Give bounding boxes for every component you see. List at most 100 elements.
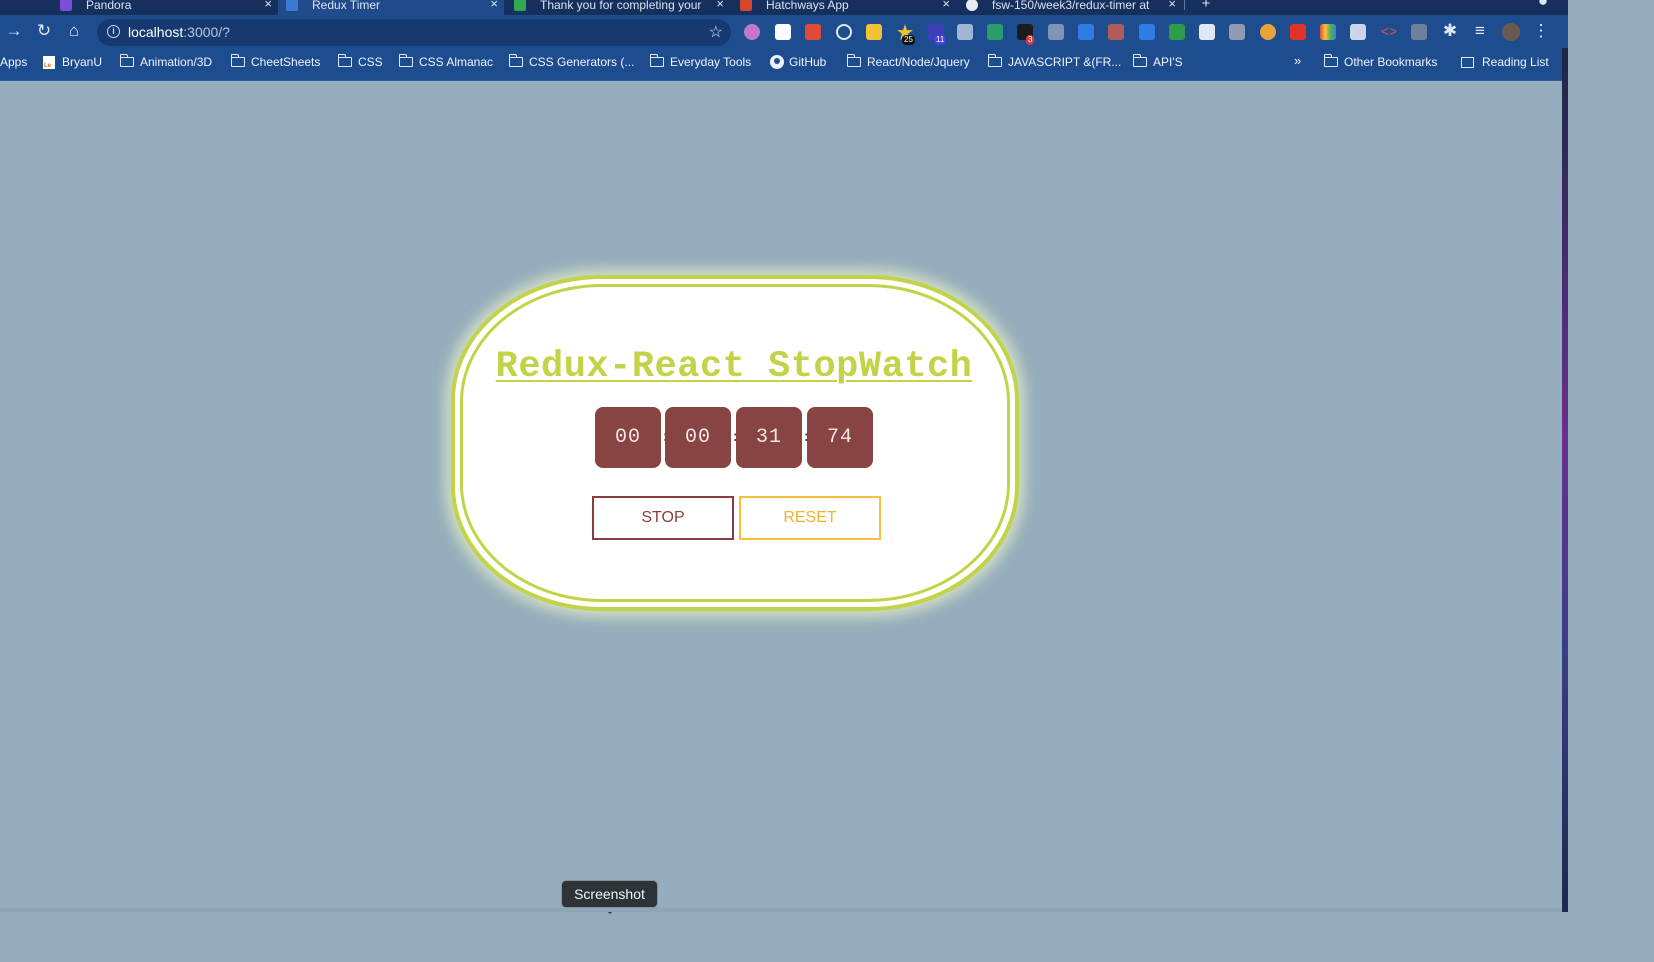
bookmark-folder[interactable]: Animation/3D [119, 54, 213, 69]
bookmark-folder[interactable]: CheetSheets [230, 54, 321, 69]
tab-bar: Pandora × Redux Timer × Thank you for co… [0, 0, 1568, 15]
bookmark-folder[interactable]: Everyday Tools [649, 54, 751, 69]
bookmark-label: CSS Almanac [419, 55, 494, 69]
shield-extension-icon[interactable] [1350, 24, 1366, 40]
hatchways-favicon-icon [740, 0, 752, 11]
extension-icon[interactable] [836, 24, 852, 40]
url-host: localhost [128, 24, 184, 40]
extension-icon[interactable] [957, 24, 973, 40]
bookmark-label: BryanU [62, 55, 103, 69]
bookmark-folder[interactable]: CSS [337, 54, 383, 69]
centiseconds-display: 74 [807, 407, 873, 468]
bookmark-folder[interactable]: CSS Almanac [398, 54, 494, 69]
reload-icon[interactable]: ↻ [34, 21, 54, 41]
react-favicon-icon [286, 0, 298, 11]
tab-redux-timer[interactable]: Redux Timer × [278, 0, 504, 15]
page-title: Redux-React StopWatch [495, 346, 973, 388]
bookmark-label: CheetSheets [251, 55, 321, 69]
more-bookmarks-chevron-icon[interactable]: » [1294, 53, 1301, 68]
bookmark-label: Reading List [1482, 55, 1549, 69]
github-favicon-icon [966, 0, 978, 11]
desktop-edge [1562, 48, 1568, 912]
folder-icon [337, 54, 352, 67]
extension-icon[interactable] [1199, 24, 1215, 40]
bookmark-bryanu[interactable]: BryanU [43, 55, 102, 69]
bryanu-icon [43, 55, 55, 69]
forms-favicon-icon [514, 0, 526, 11]
close-tab-icon[interactable]: × [490, 0, 498, 11]
bookmark-reading-list[interactable]: Reading List [1461, 55, 1549, 69]
browser-toolbar: → ↻ ⌂ i localhost:3000/? ☆ 25 11 3 <> ✱ … [0, 15, 1568, 48]
profile-icon[interactable]: ● [1533, 0, 1553, 11]
puzzle-extensions-icon[interactable]: ✱ [1440, 21, 1460, 41]
more-bookmarks-label: » [1294, 53, 1302, 68]
extension-icon[interactable] [1078, 24, 1094, 40]
hours-display: 00 [595, 407, 661, 468]
extension-icon[interactable] [805, 24, 821, 40]
site-info-icon[interactable]: i [107, 25, 120, 38]
extension-icon[interactable] [1108, 24, 1124, 40]
close-tab-icon[interactable]: × [716, 0, 724, 11]
bookmark-label: API'S [1153, 55, 1183, 69]
bottom-edge [0, 908, 1562, 912]
tab-title: Pandora [86, 0, 132, 12]
bookmark-label: GitHub [789, 55, 827, 69]
bookmark-label: JAVASCRIPT &(FR... [1008, 55, 1122, 69]
minutes-display: 00 [665, 407, 731, 468]
pandora-favicon-icon [60, 0, 72, 11]
extension-icon[interactable] [1320, 24, 1336, 40]
menu-dots-icon[interactable]: ⋮ [1531, 21, 1551, 41]
pdf-extension-icon[interactable] [1290, 24, 1306, 40]
extension-icon[interactable] [987, 24, 1003, 40]
extension-icon[interactable] [1048, 24, 1064, 40]
tab-hatchways[interactable]: Hatchways App × [732, 0, 956, 15]
stop-button[interactable]: STOP [592, 496, 734, 540]
bookmark-star-icon[interactable]: ☆ [709, 22, 723, 42]
extension-icon[interactable] [866, 24, 882, 40]
bookmark-folder[interactable]: CSS Generators (... [508, 54, 634, 69]
bookmark-folder[interactable]: JAVASCRIPT &(FR... [987, 54, 1122, 69]
new-tab-icon[interactable]: + [1196, 0, 1216, 14]
bookmark-folder[interactable]: API'S [1132, 54, 1183, 69]
code-extension-icon[interactable]: <> [1379, 21, 1399, 41]
address-bar[interactable]: i localhost:3000/? ☆ [97, 19, 731, 46]
folder-icon [398, 54, 413, 67]
extension-icon[interactable] [744, 24, 760, 40]
reset-button[interactable]: RESET [739, 496, 881, 540]
folder-icon [987, 54, 1002, 67]
extension-badge: 25 [902, 35, 915, 45]
home-icon[interactable]: ⌂ [64, 21, 84, 41]
forward-arrow-icon[interactable]: → [4, 21, 24, 41]
bookmark-label: Animation/3D [140, 55, 213, 69]
close-tab-icon[interactable]: × [264, 0, 272, 11]
folder-icon [649, 54, 664, 67]
bookmark-github[interactable]: GitHub [770, 55, 826, 69]
tab-thank-you[interactable]: Thank you for completing your × [506, 0, 730, 15]
tab-github[interactable]: fsw-150/week3/redux-timer at × [958, 0, 1182, 15]
extension-icon[interactable] [1169, 24, 1185, 40]
seconds-display: 31 [736, 407, 802, 468]
bookmark-label: React/Node/Jquery [867, 55, 970, 69]
extension-icon[interactable] [1260, 24, 1276, 40]
folder-icon [1132, 54, 1147, 67]
bookmark-apps[interactable]: Apps [0, 55, 27, 69]
reading-list-queue-icon[interactable]: ≡ [1470, 21, 1490, 41]
extension-icon[interactable] [1411, 24, 1427, 40]
folder-icon [508, 54, 523, 67]
extension-icon[interactable] [1229, 24, 1245, 40]
bookmark-label: Other Bookmarks [1344, 55, 1438, 69]
folder-icon [119, 54, 134, 67]
avatar[interactable] [1502, 23, 1520, 41]
bookmark-folder[interactable]: React/Node/Jquery [846, 54, 970, 69]
bookmark-other[interactable]: Other Bookmarks [1323, 54, 1438, 69]
tab-separator [1184, 0, 1185, 10]
close-tab-icon[interactable]: × [1168, 0, 1176, 11]
css-extension-icon[interactable] [1139, 24, 1155, 40]
tab-title: Thank you for completing your [540, 0, 702, 12]
extension-icon[interactable] [775, 24, 791, 40]
reading-list-icon [1461, 56, 1474, 68]
folder-icon [846, 54, 861, 67]
close-tab-icon[interactable]: × [942, 0, 950, 11]
tab-pandora[interactable]: Pandora × [52, 0, 278, 15]
screenshot-tooltip: Screenshot [561, 880, 658, 914]
